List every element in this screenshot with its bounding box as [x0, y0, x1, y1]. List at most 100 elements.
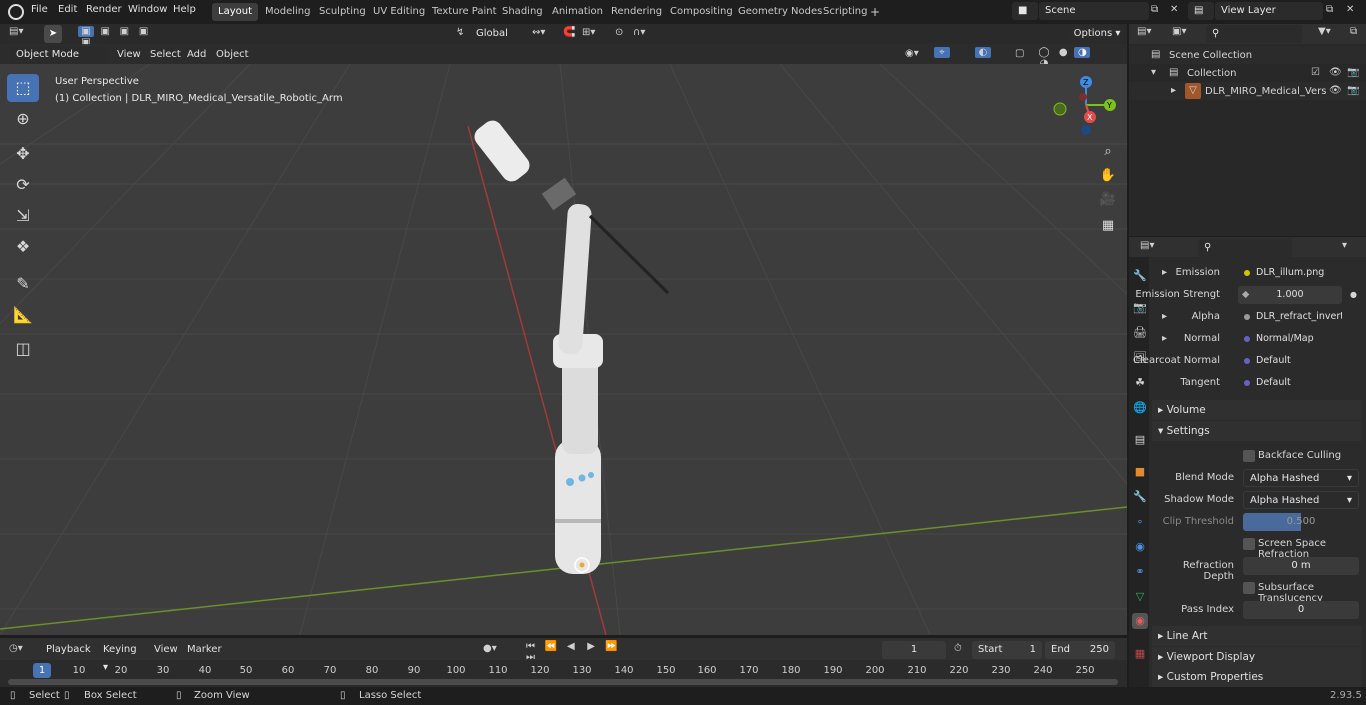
emission-field[interactable]: DLR_illum.png — [1238, 264, 1342, 282]
new-collection-icon[interactable]: ⧉ — [1350, 26, 1357, 37]
view-layer-field[interactable]: View Layer — [1215, 2, 1323, 20]
grid-view-icon[interactable]: ▦ — [1097, 215, 1119, 237]
select-new-icon[interactable]: ▣ — [78, 26, 94, 37]
tab-shading[interactable]: Shading — [496, 3, 549, 21]
proportional-edit-icon[interactable]: ⊙ — [615, 27, 623, 38]
annotate-tool[interactable]: ✎ — [7, 270, 39, 298]
object-mode-select[interactable]: Object Mode — [10, 46, 106, 64]
data-tab-icon[interactable]: ▽ — [1132, 589, 1148, 605]
alpha-expand-icon[interactable]: ▸ — [1162, 311, 1167, 322]
add-menu[interactable]: Add — [187, 49, 206, 60]
falloff-icon[interactable]: ∩▾ — [633, 27, 645, 38]
menu-edit[interactable]: Edit — [58, 4, 77, 15]
timeline-editor-icon[interactable]: ◷▾ — [9, 643, 23, 654]
scene-icon[interactable]: ■ — [1012, 2, 1038, 20]
pass-index-field[interactable]: 0 — [1243, 601, 1359, 619]
menu-window[interactable]: Window — [128, 4, 167, 15]
stopwatch-icon[interactable]: ⏱ — [954, 643, 962, 654]
select-invert-icon[interactable]: ▣ — [136, 26, 152, 37]
tab-rendering[interactable]: Rendering — [605, 3, 668, 21]
menu-file[interactable]: File — [31, 4, 48, 15]
menu-help[interactable]: Help — [173, 4, 196, 15]
custom-properties-section[interactable]: ▸ Custom Properties — [1152, 667, 1362, 687]
delete-view-layer-icon[interactable]: ✕ — [1346, 4, 1354, 15]
line-art-section[interactable]: ▸ Line Art — [1152, 626, 1362, 646]
options-button[interactable]: Options ▾ — [1071, 25, 1123, 43]
object-tab-icon[interactable]: ■ — [1132, 464, 1148, 480]
cursor-tool[interactable]: ⊕ — [7, 105, 39, 133]
editor-type-icon[interactable]: ▤▾ — [9, 26, 23, 37]
zoom-icon[interactable]: ⌕ — [1097, 141, 1119, 163]
solid-shading-icon[interactable]: ● — [1055, 47, 1071, 58]
properties-editor-icon[interactable]: ▤▾ — [1140, 240, 1154, 251]
alpha-field[interactable]: DLR_refract_invert.p... — [1238, 308, 1342, 326]
start-frame-field[interactable]: Start 1 — [972, 641, 1042, 659]
emission-expand-icon[interactable]: ▸ — [1162, 267, 1167, 278]
add-workspace-icon[interactable]: + — [870, 5, 880, 19]
scale-tool[interactable]: ⇲ — [7, 202, 39, 230]
settings-section[interactable]: ▾ Settings — [1152, 421, 1362, 441]
visibility-icon[interactable]: ◉▾ — [905, 48, 919, 59]
object-camera-icon[interactable]: 📷 — [1347, 85, 1359, 96]
timeline-view-menu[interactable]: View — [154, 644, 178, 655]
tangent-field[interactable]: Default — [1238, 374, 1342, 392]
display-mode-icon[interactable]: ▣▾ — [1172, 26, 1186, 37]
tab-layout[interactable]: Layout — [212, 3, 258, 21]
keyframe-dot-icon[interactable]: ● — [1350, 290, 1357, 299]
next-keyframe-icon[interactable]: ⏩ — [603, 641, 620, 652]
prev-keyframe-icon[interactable]: ⏪ — [542, 641, 559, 652]
blender-logo-icon[interactable] — [8, 4, 24, 20]
rotate-tool[interactable]: ⟳ — [7, 171, 39, 199]
outliner-row-scene[interactable]: ▤ Scene Collection — [1129, 46, 1366, 64]
overlay-icon[interactable]: ◐ — [975, 47, 991, 58]
clip-threshold-slider[interactable]: 0.500 — [1243, 513, 1359, 531]
tab-sculpting[interactable]: Sculpting — [313, 3, 372, 21]
transform-tool[interactable]: ❖ — [7, 233, 39, 261]
viewport-display-section[interactable]: ▸ Viewport Display — [1152, 647, 1362, 667]
render-tab-icon[interactable]: 📷 — [1132, 300, 1148, 316]
delete-scene-icon[interactable]: ✕ — [1170, 4, 1178, 15]
emission-strength-field[interactable]: ◆ 1.000 — [1238, 286, 1342, 304]
measure-tool[interactable]: 📐 — [7, 301, 39, 329]
normal-field[interactable]: Normal/Map — [1238, 330, 1342, 348]
snap-icon[interactable]: 🧲 — [563, 27, 575, 38]
output-tab-icon[interactable]: 🖨 — [1132, 325, 1148, 341]
collapse-arrow-icon[interactable]: ▸ — [1171, 85, 1176, 96]
outliner-row-collection[interactable]: ▾ ▤ Collection ☑ 👁 📷 — [1129, 64, 1366, 82]
end-frame-field[interactable]: End 250 — [1045, 641, 1115, 659]
normal-expand-icon[interactable]: ▸ — [1162, 333, 1167, 344]
refraction-depth-field[interactable]: 0 m — [1243, 557, 1359, 575]
tab-texture-paint[interactable]: Texture Paint — [426, 3, 503, 21]
modifier-tab-icon[interactable]: 🔧 — [1132, 489, 1148, 505]
tab-scripting[interactable]: Scripting — [817, 3, 873, 21]
outliner-search[interactable]: ⚲ — [1206, 25, 1302, 43]
pan-hand-icon[interactable]: ✋ — [1097, 165, 1119, 187]
constraints-tab-icon[interactable]: ⚭ — [1132, 564, 1148, 580]
object-menu[interactable]: Object — [216, 49, 249, 60]
select-cursor-icon[interactable]: ➤ — [44, 25, 62, 43]
selection-mode-group[interactable]: ▣ ▣ ▣ ▣ ▣ — [78, 26, 162, 48]
play-reverse-icon[interactable]: ◀ — [562, 641, 579, 652]
tab-compositing[interactable]: Compositing — [664, 3, 739, 21]
properties-search[interactable]: ⚲ — [1198, 239, 1292, 257]
playback-menu[interactable]: Playback ▾ — [40, 641, 94, 673]
material-shading-icon[interactable]: ◑ — [1074, 47, 1091, 58]
tab-animation[interactable]: Animation — [546, 3, 609, 21]
blend-mode-select[interactable]: Alpha Hashed ▾ — [1243, 469, 1359, 487]
gizmo-icon[interactable]: ⌖ — [934, 47, 950, 58]
view-menu[interactable]: View — [117, 49, 141, 60]
expand-arrow-icon[interactable]: ▾ — [1151, 67, 1156, 78]
scene-tab-icon[interactable]: ☘ — [1132, 375, 1148, 391]
keying-menu[interactable]: Keying ▾ — [97, 641, 145, 673]
particles-tab-icon[interactable]: ∘ — [1132, 514, 1148, 530]
screen-space-refraction-checkbox[interactable] — [1243, 538, 1255, 550]
marker-menu[interactable]: Marker — [187, 644, 222, 655]
select-box-tool[interactable]: ⬚ — [7, 74, 39, 102]
jump-start-icon[interactable]: ⏮ — [522, 641, 539, 652]
material-tab-icon[interactable]: ◉ — [1132, 613, 1148, 629]
xray-icon[interactable]: ▢ — [1015, 48, 1024, 59]
pivot-point-icon[interactable]: ↭▾ — [532, 27, 545, 38]
play-icon[interactable]: ▶ — [583, 641, 600, 652]
outliner-row-object[interactable]: ▸ ▽ DLR_MIRO_Medical_Vers 👁 📷 — [1129, 82, 1366, 100]
render-camera-icon[interactable]: 📷 — [1347, 67, 1359, 78]
